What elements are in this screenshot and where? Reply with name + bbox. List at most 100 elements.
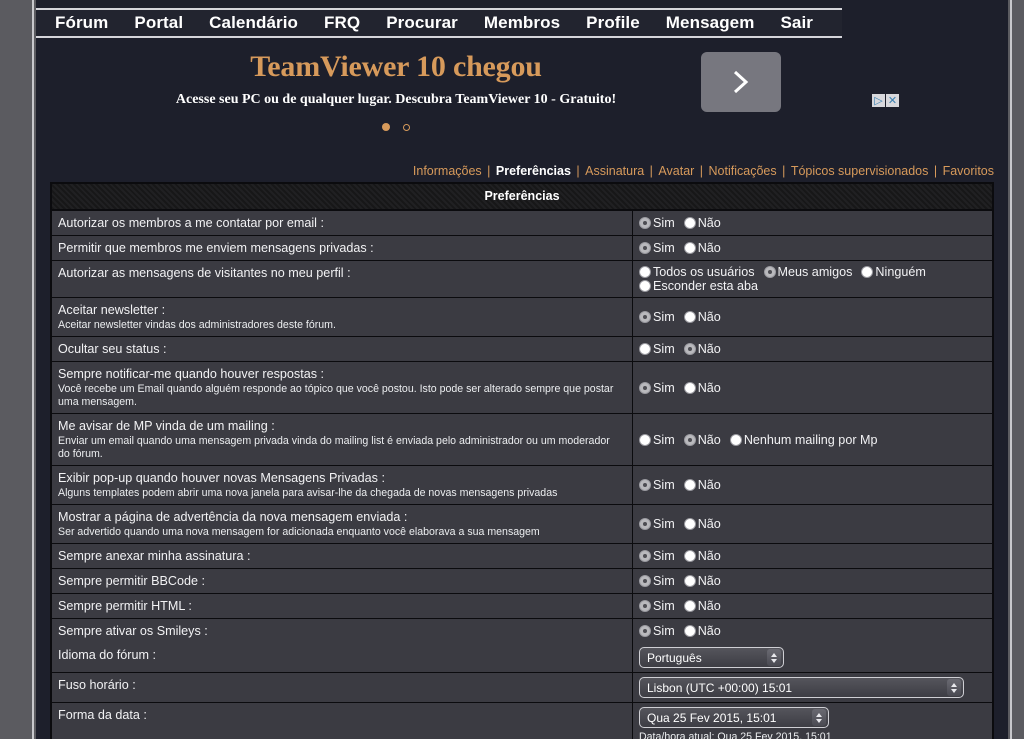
adchoices-controls[interactable]: ▷ ✕: [872, 94, 899, 107]
radio-button[interactable]: [639, 518, 651, 530]
radio-button[interactable]: [683, 217, 696, 229]
radio-label[interactable]: Nenhum mailing por Mp: [744, 433, 878, 447]
radio-option[interactable]: Não: [683, 517, 721, 531]
radio-option[interactable]: Sim: [639, 381, 675, 395]
close-icon[interactable]: ✕: [886, 94, 899, 107]
timezone-select[interactable]: Lisbon (UTC +00:00) 15:01: [639, 677, 964, 698]
radio-button[interactable]: [683, 311, 696, 323]
radio-option[interactable]: Sim: [639, 241, 675, 255]
radio-option[interactable]: Ninguém: [861, 265, 926, 279]
radio-option[interactable]: Sim: [639, 549, 675, 563]
radio-option[interactable]: Todos os usuários: [639, 265, 755, 279]
radio-button[interactable]: [683, 433, 696, 446]
tab-notifica-es[interactable]: Notificações: [709, 164, 777, 178]
radio-button[interactable]: [639, 242, 651, 254]
radio-label[interactable]: Sim: [653, 574, 675, 588]
radio-label[interactable]: Sim: [653, 433, 675, 447]
nav-calendario[interactable]: Calendário: [196, 13, 311, 33]
radio-label[interactable]: Sim: [653, 381, 675, 395]
ad-carousel-dots[interactable]: [156, 118, 636, 136]
radio-button[interactable]: [639, 433, 651, 446]
radio-button[interactable]: [683, 600, 696, 612]
advertisement-banner[interactable]: TeamViewer 10 chegou Acesse seu PC ou de…: [36, 38, 899, 148]
radio-option[interactable]: Não: [683, 599, 721, 613]
radio-button[interactable]: [639, 266, 651, 278]
radio-button[interactable]: [683, 381, 696, 394]
radio-button[interactable]: [683, 343, 696, 355]
radio-label[interactable]: Todos os usuários: [653, 265, 755, 279]
radio-button[interactable]: [639, 625, 651, 637]
stepper-arrows-icon[interactable]: [812, 709, 826, 726]
radio-option[interactable]: Não: [683, 478, 721, 492]
radio-label[interactable]: Não: [698, 342, 721, 356]
radio-button[interactable]: [639, 600, 651, 612]
radio-option[interactable]: Não: [683, 381, 721, 395]
radio-option[interactable]: Sim: [639, 342, 675, 356]
radio-option[interactable]: Não: [683, 342, 721, 356]
radio-button[interactable]: [639, 381, 651, 394]
radio-label[interactable]: Não: [698, 241, 721, 255]
radio-option[interactable]: Não: [683, 549, 721, 563]
radio-button[interactable]: [683, 242, 696, 254]
radio-button[interactable]: [729, 433, 742, 446]
stepper-arrows-icon[interactable]: [947, 679, 961, 696]
language-select[interactable]: Português: [639, 647, 784, 668]
radio-option[interactable]: Não: [683, 241, 721, 255]
radio-label[interactable]: Não: [698, 478, 721, 492]
radio-button[interactable]: [683, 625, 696, 637]
carousel-dot-2[interactable]: [402, 124, 410, 131]
radio-option[interactable]: Meus amigos: [763, 265, 853, 279]
radio-label[interactable]: Não: [698, 599, 721, 613]
tab-avatar[interactable]: Avatar: [658, 164, 694, 178]
radio-button[interactable]: [639, 280, 651, 292]
nav-profile[interactable]: Profile: [573, 13, 653, 33]
radio-label[interactable]: Meus amigos: [778, 265, 853, 279]
radio-button[interactable]: [639, 550, 651, 562]
radio-option[interactable]: Não: [683, 216, 721, 230]
ad-next-button[interactable]: [701, 52, 781, 112]
radio-option[interactable]: Sim: [639, 574, 675, 588]
radio-label[interactable]: Sim: [653, 478, 675, 492]
radio-label[interactable]: Não: [698, 216, 721, 230]
radio-label[interactable]: Sim: [653, 549, 675, 563]
radio-option[interactable]: Não: [683, 310, 721, 324]
tab-informa-es[interactable]: Informações: [413, 164, 482, 178]
radio-button[interactable]: [763, 266, 776, 278]
radio-button[interactable]: [683, 518, 696, 530]
nav-sair[interactable]: Sair: [767, 13, 826, 33]
radio-label[interactable]: Não: [698, 381, 721, 395]
radio-option[interactable]: Esconder esta aba: [639, 279, 758, 293]
dateformat-select[interactable]: Qua 25 Fev 2015, 15:01: [639, 707, 829, 728]
radio-option[interactable]: Não: [683, 574, 721, 588]
nav-mensagem[interactable]: Mensagem: [653, 13, 768, 33]
radio-label[interactable]: Não: [698, 517, 721, 531]
radio-option[interactable]: Nenhum mailing por Mp: [729, 433, 878, 447]
radio-label[interactable]: Sim: [653, 216, 675, 230]
radio-label[interactable]: Não: [698, 310, 721, 324]
radio-button[interactable]: [683, 575, 696, 587]
radio-option[interactable]: Sim: [639, 517, 675, 531]
radio-label[interactable]: Sim: [653, 517, 675, 531]
radio-label[interactable]: Sim: [653, 599, 675, 613]
radio-button[interactable]: [639, 575, 651, 587]
radio-label[interactable]: Sim: [653, 624, 675, 638]
radio-option[interactable]: Sim: [639, 216, 675, 230]
radio-button[interactable]: [639, 311, 651, 323]
radio-label[interactable]: Não: [698, 574, 721, 588]
radio-button[interactable]: [861, 266, 874, 278]
nav-forum[interactable]: Fórum: [42, 13, 121, 33]
radio-option[interactable]: Sim: [639, 310, 675, 324]
radio-button[interactable]: [639, 217, 651, 229]
stepper-arrows-icon[interactable]: [767, 649, 781, 666]
radio-button[interactable]: [639, 479, 651, 491]
radio-option[interactable]: Não: [683, 624, 721, 638]
radio-option[interactable]: Sim: [639, 478, 675, 492]
radio-button[interactable]: [683, 550, 696, 562]
radio-button[interactable]: [683, 479, 696, 491]
radio-label[interactable]: Esconder esta aba: [653, 279, 758, 293]
nav-portal[interactable]: Portal: [121, 13, 196, 33]
radio-label[interactable]: Não: [698, 624, 721, 638]
radio-label[interactable]: Sim: [653, 310, 675, 324]
nav-frq[interactable]: FRQ: [311, 13, 373, 33]
radio-label[interactable]: Sim: [653, 342, 675, 356]
